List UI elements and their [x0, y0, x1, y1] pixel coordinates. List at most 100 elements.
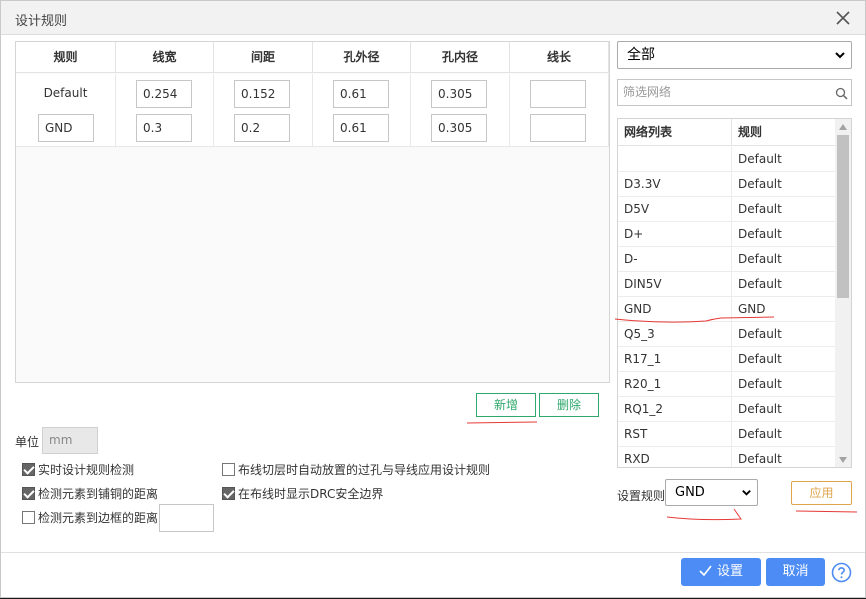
- net-name: D+: [618, 222, 732, 246]
- net-rule: Default: [738, 152, 782, 166]
- net-search-placeholder: 筛选网络: [623, 85, 672, 99]
- net-name: RXD: [618, 447, 732, 467]
- net-name: RST: [618, 422, 732, 446]
- check-border-label: 检测元素到边框的距离: [38, 511, 159, 525]
- net-rule: Default: [738, 402, 782, 416]
- dialog-title: 设计规则: [15, 14, 68, 29]
- title-bar: 设计规则: [1, 1, 865, 35]
- via-outer-input[interactable]: [333, 114, 389, 142]
- width-input[interactable]: [136, 114, 192, 142]
- cancel-button[interactable]: 取消: [766, 558, 825, 586]
- scroll-down-icon[interactable]: [839, 457, 847, 463]
- column-header-net: 网络列表: [618, 119, 732, 145]
- check-border-option[interactable]: 检测元素到边框的距离: [22, 509, 158, 526]
- net-rule: Default: [738, 277, 782, 291]
- net-rule: Default: [738, 352, 782, 366]
- net-rule: Default: [738, 252, 782, 266]
- table-row[interactable]: DIN5V Default: [618, 272, 835, 297]
- auto-via-option[interactable]: 布线切层时自动放置的过孔与导线应用设计规则: [222, 461, 490, 478]
- net-list-table: 网络列表 规则 Default D3.3V Default D5V Default D+ D…: [617, 118, 852, 468]
- net-name: R20_1: [618, 372, 732, 396]
- net-rule: GND: [738, 302, 766, 316]
- net-rule: Default: [738, 427, 782, 441]
- net-name: Q5_3: [618, 322, 732, 346]
- realtime-drc-label: 实时设计规则检测: [38, 463, 135, 477]
- show-drc-boundary-label: 在布线时显示DRC安全边界: [238, 487, 384, 501]
- design-rules-dialog: 设计规则 规则 线宽 间距 孔外径 孔内径 线长 Default 0.254 0…: [0, 0, 866, 598]
- scroll-up-icon[interactable]: [839, 124, 847, 130]
- scrollbar-thumb[interactable]: [837, 135, 849, 298]
- net-rule: Default: [738, 177, 782, 191]
- apply-button[interactable]: 应用: [791, 481, 852, 505]
- auto-via-label: 布线切层时自动放置的过孔与导线应用设计规则: [238, 463, 491, 477]
- net-rule: Default: [738, 377, 782, 391]
- net-rule: Default: [738, 202, 782, 216]
- width-input[interactable]: [136, 80, 192, 108]
- table-row[interactable]: R20_1 Default: [618, 372, 835, 397]
- column-header-clearance: 间距: [214, 42, 313, 73]
- check-copper-checkbox[interactable]: [22, 487, 35, 500]
- rule-name-input[interactable]: [38, 114, 94, 142]
- table-row: [16, 108, 609, 147]
- table-row[interactable]: D3.3V Default: [618, 172, 835, 197]
- show-drc-boundary-option[interactable]: 在布线时显示DRC安全边界: [222, 485, 383, 502]
- set-rule-label: 设置规则: [617, 489, 666, 503]
- net-search-input[interactable]: 筛选网络: [617, 79, 852, 106]
- clearance-input[interactable]: [234, 114, 290, 142]
- table-row[interactable]: R17_1 Default: [618, 347, 835, 372]
- via-inner-input[interactable]: [431, 80, 487, 108]
- net-name: D3.3V: [618, 172, 732, 196]
- net-name: DIN5V: [618, 272, 732, 296]
- column-header-width: 线宽: [116, 42, 214, 73]
- table-row[interactable]: RST Default: [618, 422, 835, 447]
- column-header-via-inner: 孔内径: [411, 42, 510, 73]
- net-table-header: 网络列表 规则: [618, 119, 835, 146]
- unit-field: mm: [42, 427, 98, 454]
- net-name: [618, 147, 732, 171]
- search-icon: [835, 87, 848, 100]
- table-row[interactable]: Q5_3 Default: [618, 322, 835, 347]
- table-row[interactable]: Default: [618, 147, 835, 172]
- column-header-via-outer: 孔外径: [313, 42, 411, 73]
- unit-label: 单位: [15, 435, 40, 449]
- via-inner-input[interactable]: [431, 114, 487, 142]
- check-copper-option[interactable]: 检测元素到铺铜的距离: [22, 485, 158, 502]
- add-rule-button[interactable]: 新增: [476, 393, 536, 417]
- show-drc-boundary-checkbox[interactable]: [222, 487, 235, 500]
- table-row[interactable]: D+ Default: [618, 222, 835, 247]
- table-row[interactable]: GND GND: [618, 297, 835, 322]
- net-name: GND: [618, 297, 732, 321]
- check-icon: [699, 565, 712, 577]
- border-distance-input[interactable]: [159, 504, 214, 532]
- table-row[interactable]: D- Default: [618, 247, 835, 272]
- check-copper-label: 检测元素到铺铜的距离: [38, 487, 159, 501]
- clearance-input[interactable]: [234, 80, 290, 108]
- delete-rule-button[interactable]: 删除: [539, 393, 599, 417]
- check-border-checkbox[interactable]: [22, 511, 35, 524]
- length-input[interactable]: [530, 114, 586, 142]
- realtime-drc-checkbox[interactable]: [22, 463, 35, 476]
- length-input[interactable]: [530, 80, 586, 108]
- close-icon[interactable]: [833, 8, 853, 28]
- table-row[interactable]: RQ1_2 Default: [618, 397, 835, 422]
- via-outer-input[interactable]: [333, 80, 389, 108]
- ok-button[interactable]: 设置: [681, 558, 761, 586]
- table-row[interactable]: RXD Default: [618, 447, 835, 467]
- net-filter-select[interactable]: 全部: [617, 41, 852, 69]
- help-icon[interactable]: [831, 562, 852, 583]
- net-rule: Default: [738, 452, 782, 466]
- column-header-rule: 规则: [16, 42, 116, 73]
- net-rule: Default: [738, 227, 782, 241]
- net-name: D-: [618, 247, 732, 271]
- table-row[interactable]: D5V Default: [618, 197, 835, 222]
- chevron-down-icon: [742, 490, 751, 496]
- rules-table-header: 规则 线宽 间距 孔外径 孔内径 线长: [16, 42, 609, 73]
- rules-table: 规则 线宽 间距 孔外径 孔内径 线长 Default: [15, 41, 610, 383]
- set-rule-select[interactable]: GND: [665, 479, 758, 506]
- net-name: D5V: [618, 197, 732, 221]
- realtime-drc-option[interactable]: 实时设计规则检测: [22, 461, 134, 478]
- auto-via-checkbox[interactable]: [222, 463, 235, 476]
- net-filter-value: 全部: [627, 47, 655, 63]
- set-rule-value: GND: [675, 485, 705, 500]
- net-name: R17_1: [618, 347, 732, 371]
